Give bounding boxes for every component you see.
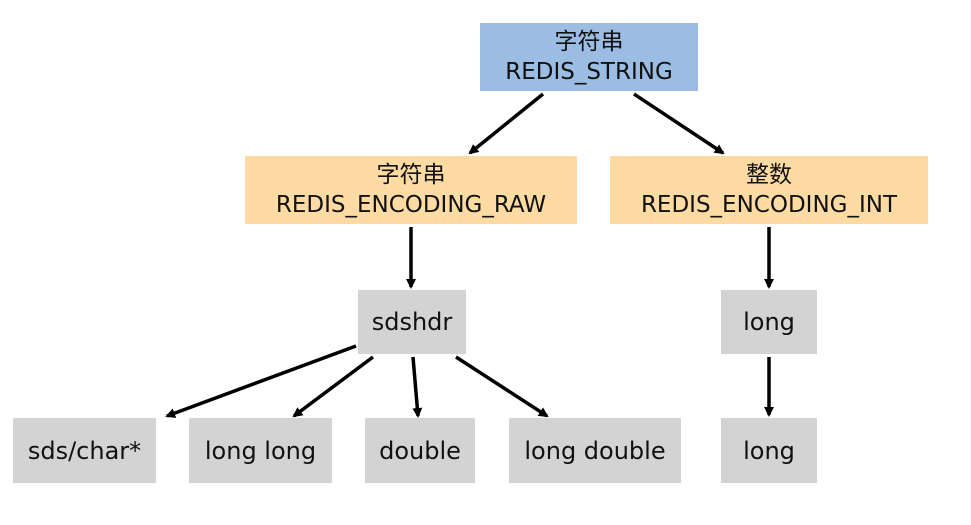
arrow-string-to-int (633, 92, 725, 155)
edges-layer (165, 92, 774, 418)
arrow-sdshdr-to-long-double (455, 355, 549, 418)
arrow-sdshdr-to-sds-char (165, 344, 357, 418)
arrow-sdshdr-to-double (411, 356, 423, 418)
redis-string-encoding-diagram: 字符串 REDIS_STRING 字符串 REDIS_ENCODING_RAW … (0, 0, 971, 525)
arrow-string-to-raw (468, 92, 545, 155)
